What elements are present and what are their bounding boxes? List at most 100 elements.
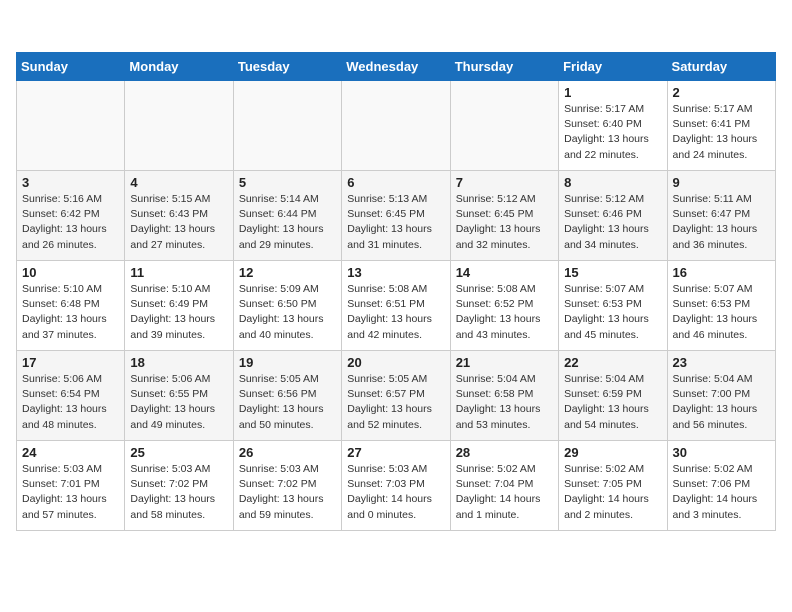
day-info: Sunrise: 5:11 AMSunset: 6:47 PMDaylight:…	[673, 192, 770, 253]
day-number: 11	[130, 265, 227, 280]
day-info: Sunrise: 5:03 AMSunset: 7:02 PMDaylight:…	[239, 462, 336, 523]
calendar-cell-21: 21 Sunrise: 5:04 AMSunset: 6:58 PMDayligh…	[450, 351, 558, 441]
calendar-cell-8: 8 Sunrise: 5:12 AMSunset: 6:46 PMDaylight…	[559, 171, 667, 261]
day-info: Sunrise: 5:14 AMSunset: 6:44 PMDaylight:…	[239, 192, 336, 253]
day-info: Sunrise: 5:12 AMSunset: 6:45 PMDaylight:…	[456, 192, 553, 253]
day-info: Sunrise: 5:13 AMSunset: 6:45 PMDaylight:…	[347, 192, 444, 253]
calendar-cell-26: 26 Sunrise: 5:03 AMSunset: 7:02 PMDayligh…	[233, 441, 341, 531]
weekday-header-sunday: Sunday	[17, 53, 125, 81]
week-row-2: 3 Sunrise: 5:16 AMSunset: 6:42 PMDaylight…	[17, 171, 776, 261]
calendar-cell-14: 14 Sunrise: 5:08 AMSunset: 6:52 PMDayligh…	[450, 261, 558, 351]
day-info: Sunrise: 5:03 AMSunset: 7:01 PMDaylight:…	[22, 462, 119, 523]
day-number: 27	[347, 445, 444, 460]
day-info: Sunrise: 5:02 AMSunset: 7:04 PMDaylight:…	[456, 462, 553, 523]
weekday-header-wednesday: Wednesday	[342, 53, 450, 81]
day-number: 20	[347, 355, 444, 370]
day-info: Sunrise: 5:02 AMSunset: 7:05 PMDaylight:…	[564, 462, 661, 523]
calendar-cell-10: 10 Sunrise: 5:10 AMSunset: 6:48 PMDayligh…	[17, 261, 125, 351]
calendar-cell-29: 29Sunrise: 5:02 AMSunset: 7:05 PMDayligh…	[559, 441, 667, 531]
day-info: Sunrise: 5:07 AMSunset: 6:53 PMDaylight:…	[564, 282, 661, 343]
day-info: Sunrise: 5:17 AMSunset: 6:40 PMDaylight:…	[564, 102, 661, 163]
day-info: Sunrise: 5:09 AMSunset: 6:50 PMDaylight:…	[239, 282, 336, 343]
calendar-cell-empty	[17, 81, 125, 171]
calendar-cell-empty	[233, 81, 341, 171]
day-info: Sunrise: 5:03 AMSunset: 7:03 PMDaylight:…	[347, 462, 444, 523]
day-info: Sunrise: 5:10 AMSunset: 6:48 PMDaylight:…	[22, 282, 119, 343]
day-info: Sunrise: 5:12 AMSunset: 6:46 PMDaylight:…	[564, 192, 661, 253]
calendar-cell-19: 19 Sunrise: 5:05 AMSunset: 6:56 PMDayligh…	[233, 351, 341, 441]
day-number: 15	[564, 265, 661, 280]
calendar-cell-9: 9 Sunrise: 5:11 AMSunset: 6:47 PMDaylight…	[667, 171, 775, 261]
day-info: Sunrise: 5:10 AMSunset: 6:49 PMDaylight:…	[130, 282, 227, 343]
day-number: 3	[22, 175, 119, 190]
calendar-cell-4: 4 Sunrise: 5:15 AMSunset: 6:43 PMDaylight…	[125, 171, 233, 261]
calendar-cell-23: 23Sunrise: 5:04 AMSunset: 7:00 PMDayligh…	[667, 351, 775, 441]
weekday-header-row: SundayMondayTuesdayWednesdayThursdayFrid…	[17, 53, 776, 81]
calendar-cell-12: 12Sunrise: 5:09 AMSunset: 6:50 PMDayligh…	[233, 261, 341, 351]
day-info: Sunrise: 5:15 AMSunset: 6:43 PMDaylight:…	[130, 192, 227, 253]
calendar-cell-22: 22 Sunrise: 5:04 AMSunset: 6:59 PMDayligh…	[559, 351, 667, 441]
day-info: Sunrise: 5:06 AMSunset: 6:55 PMDaylight:…	[130, 372, 227, 433]
day-number: 18	[130, 355, 227, 370]
logo-icon	[16, 16, 44, 44]
day-number: 26	[239, 445, 336, 460]
weekday-header-monday: Monday	[125, 53, 233, 81]
calendar-cell-6: 6Sunrise: 5:13 AMSunset: 6:45 PMDaylight…	[342, 171, 450, 261]
calendar-cell-11: 11 Sunrise: 5:10 AMSunset: 6:49 PMDayligh…	[125, 261, 233, 351]
day-number: 24	[22, 445, 119, 460]
calendar-table: SundayMondayTuesdayWednesdayThursdayFrid…	[16, 52, 776, 531]
calendar-cell-empty	[342, 81, 450, 171]
day-info: Sunrise: 5:05 AMSunset: 6:56 PMDaylight:…	[239, 372, 336, 433]
day-number: 7	[456, 175, 553, 190]
day-info: Sunrise: 5:05 AMSunset: 6:57 PMDaylight:…	[347, 372, 444, 433]
day-number: 21	[456, 355, 553, 370]
day-number: 19	[239, 355, 336, 370]
day-number: 23	[673, 355, 770, 370]
day-number: 22	[564, 355, 661, 370]
calendar-cell-27: 27 Sunrise: 5:03 AMSunset: 7:03 PMDayligh…	[342, 441, 450, 531]
day-info: Sunrise: 5:08 AMSunset: 6:51 PMDaylight:…	[347, 282, 444, 343]
day-info: Sunrise: 5:02 AMSunset: 7:06 PMDaylight:…	[673, 462, 770, 523]
calendar-cell-18: 18 Sunrise: 5:06 AMSunset: 6:55 PMDayligh…	[125, 351, 233, 441]
day-info: Sunrise: 5:07 AMSunset: 6:53 PMDaylight:…	[673, 282, 770, 343]
week-row-3: 10 Sunrise: 5:10 AMSunset: 6:48 PMDayligh…	[17, 261, 776, 351]
day-number: 8	[564, 175, 661, 190]
calendar-cell-3: 3 Sunrise: 5:16 AMSunset: 6:42 PMDaylight…	[17, 171, 125, 261]
calendar-cell-24: 24 Sunrise: 5:03 AMSunset: 7:01 PMDayligh…	[17, 441, 125, 531]
calendar-cell-16: 16 Sunrise: 5:07 AMSunset: 6:53 PMDayligh…	[667, 261, 775, 351]
day-number: 4	[130, 175, 227, 190]
day-info: Sunrise: 5:06 AMSunset: 6:54 PMDaylight:…	[22, 372, 119, 433]
calendar-cell-empty	[125, 81, 233, 171]
weekday-header-friday: Friday	[559, 53, 667, 81]
week-row-1: 1 Sunrise: 5:17 AMSunset: 6:40 PMDaylight…	[17, 81, 776, 171]
logo	[16, 16, 48, 44]
day-number: 16	[673, 265, 770, 280]
day-number: 1	[564, 85, 661, 100]
day-number: 5	[239, 175, 336, 190]
calendar-cell-5: 5 Sunrise: 5:14 AMSunset: 6:44 PMDaylight…	[233, 171, 341, 261]
day-info: Sunrise: 5:08 AMSunset: 6:52 PMDaylight:…	[456, 282, 553, 343]
day-info: Sunrise: 5:16 AMSunset: 6:42 PMDaylight:…	[22, 192, 119, 253]
day-number: 28	[456, 445, 553, 460]
calendar-cell-15: 15 Sunrise: 5:07 AMSunset: 6:53 PMDayligh…	[559, 261, 667, 351]
weekday-header-tuesday: Tuesday	[233, 53, 341, 81]
calendar-cell-empty	[450, 81, 558, 171]
day-number: 17	[22, 355, 119, 370]
day-number: 14	[456, 265, 553, 280]
calendar-cell-28: 28 Sunrise: 5:02 AMSunset: 7:04 PMDayligh…	[450, 441, 558, 531]
day-number: 30	[673, 445, 770, 460]
day-info: Sunrise: 5:04 AMSunset: 6:58 PMDaylight:…	[456, 372, 553, 433]
day-number: 13	[347, 265, 444, 280]
day-number: 9	[673, 175, 770, 190]
weekday-header-thursday: Thursday	[450, 53, 558, 81]
calendar-cell-25: 25Sunrise: 5:03 AMSunset: 7:02 PMDayligh…	[125, 441, 233, 531]
day-info: Sunrise: 5:04 AMSunset: 6:59 PMDaylight:…	[564, 372, 661, 433]
day-number: 2	[673, 85, 770, 100]
calendar-cell-2: 2Sunrise: 5:17 AMSunset: 6:41 PMDaylight…	[667, 81, 775, 171]
calendar-cell-13: 13 Sunrise: 5:08 AMSunset: 6:51 PMDayligh…	[342, 261, 450, 351]
calendar-cell-20: 20 Sunrise: 5:05 AMSunset: 6:57 PMDayligh…	[342, 351, 450, 441]
week-row-4: 17 Sunrise: 5:06 AMSunset: 6:54 PMDayligh…	[17, 351, 776, 441]
calendar-cell-17: 17 Sunrise: 5:06 AMSunset: 6:54 PMDayligh…	[17, 351, 125, 441]
calendar-cell-30: 30 Sunrise: 5:02 AMSunset: 7:06 PMDayligh…	[667, 441, 775, 531]
day-number: 10	[22, 265, 119, 280]
